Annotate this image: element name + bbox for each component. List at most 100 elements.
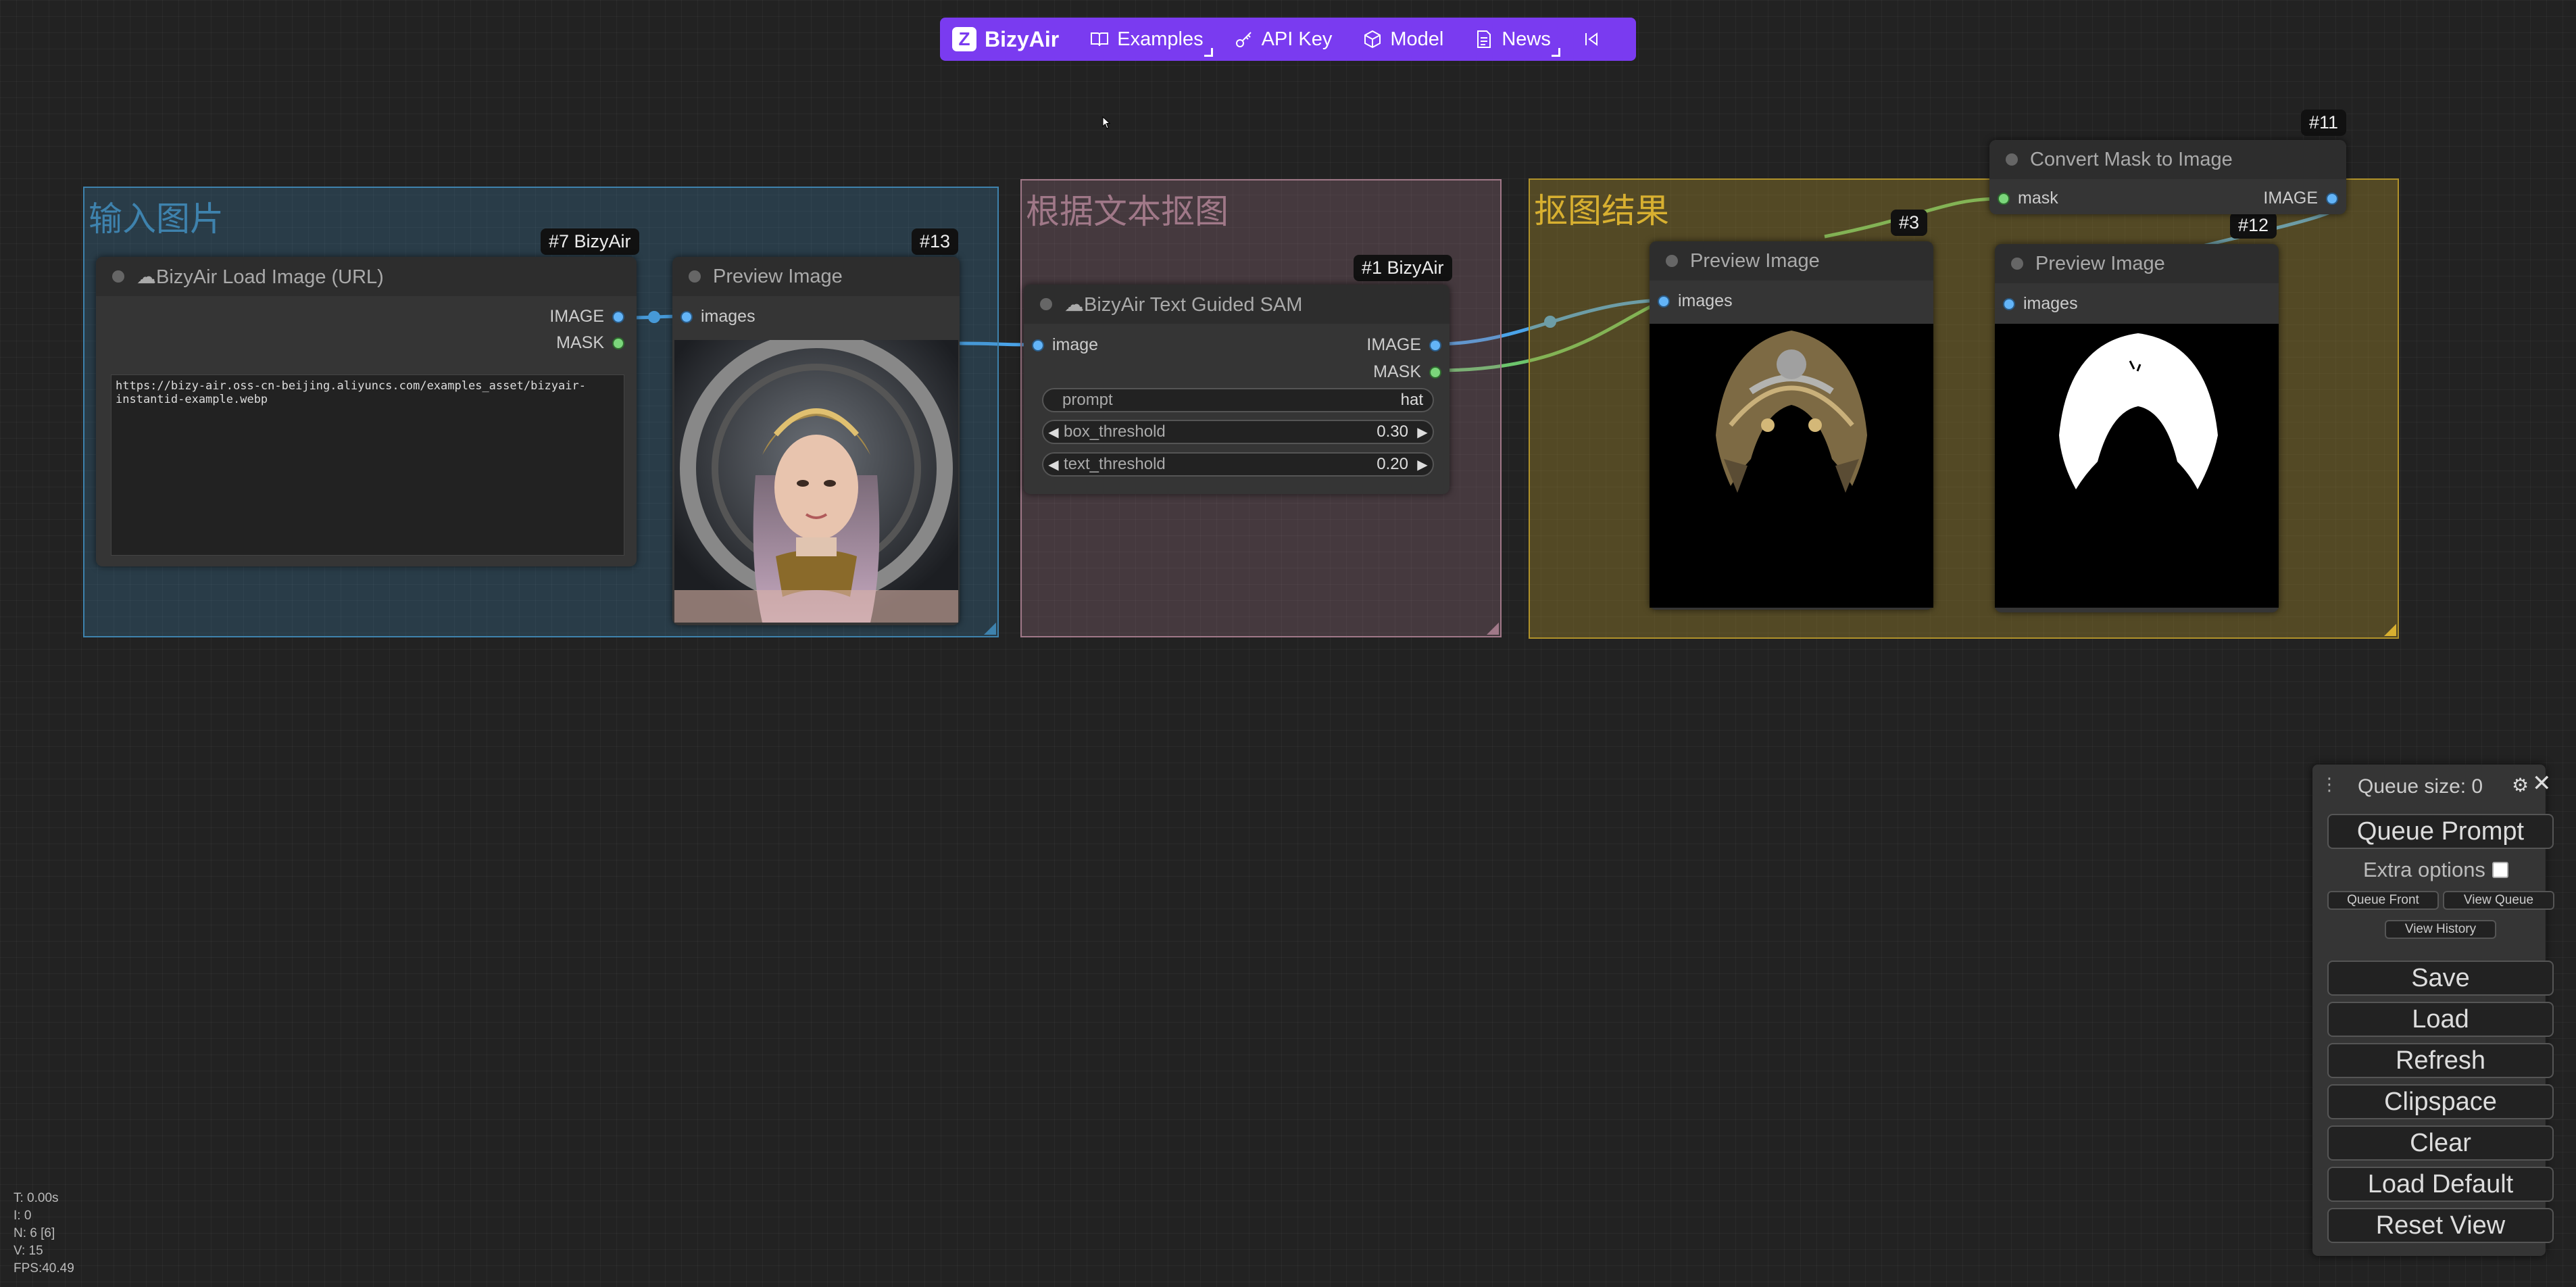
extra-options-checkbox[interactable]: [2492, 862, 2508, 878]
node-preview-image-13[interactable]: Preview Image images: [672, 257, 960, 625]
examples-label: Examples: [1117, 28, 1204, 50]
group-resize-handle[interactable]: [2384, 624, 2396, 636]
increment-arrow-icon[interactable]: ▶: [1412, 456, 1433, 473]
close-icon[interactable]: ✕: [2532, 770, 2552, 797]
node-title-bar[interactable]: Preview Image: [672, 257, 960, 296]
output-slot-image[interactable]: IMAGE: [2263, 189, 2337, 208]
book-icon: [1090, 30, 1109, 49]
input-slot-images[interactable]: images: [1659, 291, 1733, 311]
node-title: ☁BizyAir Text Guided SAM: [1064, 293, 1303, 316]
clipspace-button[interactable]: Clipspace: [2327, 1084, 2554, 1119]
api-key-button[interactable]: API Key: [1221, 18, 1346, 61]
decrement-arrow-icon[interactable]: ◀: [1043, 456, 1064, 473]
stat-iterations: I: 0: [14, 1209, 32, 1223]
node-title: Preview Image: [2035, 252, 2165, 274]
input-slot-image[interactable]: image: [1033, 335, 1098, 355]
key-icon: [1235, 30, 1254, 49]
save-button[interactable]: Save: [2327, 961, 2554, 996]
text-threshold-widget[interactable]: ◀ text_threshold 0.20 ▶: [1042, 452, 1434, 477]
news-label: News: [1502, 28, 1551, 50]
group-title[interactable]: 根据文本抠图: [1026, 185, 1229, 233]
bizyair-logo-icon: Z: [952, 27, 976, 51]
preview-image: [1650, 324, 1933, 608]
group-title[interactable]: 输入图片: [89, 192, 224, 241]
node-title-bar[interactable]: ☁BizyAir Text Guided SAM: [1024, 285, 1450, 324]
model-label: Model: [1390, 28, 1444, 50]
reset-view-button[interactable]: Reset View: [2327, 1208, 2554, 1243]
queue-prompt-button[interactable]: Queue Prompt: [2327, 814, 2554, 849]
clear-button[interactable]: Clear: [2327, 1125, 2554, 1161]
model-button[interactable]: Model: [1349, 18, 1457, 61]
node-preview-image-12[interactable]: Preview Image images: [1995, 244, 2279, 612]
collapse-dot[interactable]: [1666, 255, 1678, 267]
refresh-button[interactable]: Refresh: [2327, 1043, 2554, 1078]
node-title-bar[interactable]: Preview Image: [1650, 241, 1933, 281]
node-id-badge: #13: [912, 228, 959, 255]
extra-options-row: Extra options: [2363, 858, 2508, 882]
api-key-label: API Key: [1261, 28, 1333, 50]
document-icon: [1475, 30, 1493, 49]
settings-gear-icon[interactable]: ⚙: [2512, 774, 2529, 796]
collapse-left-icon: [1582, 30, 1601, 49]
bizyair-toolbar: Z BizyAir Examples API Key Model News: [940, 18, 1636, 61]
output-slot-image[interactable]: IMAGE: [1366, 335, 1440, 355]
view-history-button[interactable]: View History: [2385, 920, 2496, 939]
node-title: Preview Image: [1690, 249, 1820, 272]
drag-handle-icon[interactable]: ⋮: [2321, 774, 2338, 795]
node-title-bar[interactable]: Convert Mask to Image: [1989, 140, 2346, 179]
load-default-button[interactable]: Load Default: [2327, 1167, 2554, 1202]
preview-image: [674, 340, 958, 623]
node-convert-mask-to-image[interactable]: Convert Mask to Image mask IMAGE: [1989, 140, 2346, 214]
input-slot-images[interactable]: images: [682, 307, 756, 326]
decrement-arrow-icon[interactable]: ◀: [1043, 424, 1064, 441]
stat-nodes: N: 6 [6]: [14, 1226, 55, 1240]
group-resize-handle[interactable]: [984, 623, 996, 635]
node-id-badge: #12: [2230, 212, 2277, 239]
collapse-dot[interactable]: [1040, 298, 1052, 310]
cloud-icon: ☁: [137, 266, 156, 288]
collapse-dot[interactable]: [2011, 258, 2023, 270]
node-title: ☁BizyAir Load Image (URL): [137, 266, 384, 288]
input-slot-images[interactable]: images: [2004, 294, 2078, 314]
mouse-cursor-icon: [1102, 116, 1111, 129]
extra-options-label: Extra options: [2363, 858, 2485, 881]
output-slot-mask[interactable]: MASK: [1373, 362, 1440, 382]
collapse-dot[interactable]: [689, 270, 701, 283]
node-text-guided-sam[interactable]: ☁BizyAir Text Guided SAM image IMAGE MAS…: [1024, 285, 1450, 494]
input-slot-mask[interactable]: mask: [1999, 189, 2058, 208]
node-title-bar[interactable]: ☁BizyAir Load Image (URL): [96, 257, 637, 296]
stat-visible: V: 15: [14, 1244, 43, 1258]
node-title-bar[interactable]: Preview Image: [1995, 244, 2279, 283]
url-textarea[interactable]: [111, 374, 624, 556]
box-threshold-widget[interactable]: ◀ box_threshold 0.30 ▶: [1042, 420, 1434, 444]
node-id-badge: #1 BizyAir: [1354, 255, 1452, 281]
node-preview-image-3[interactable]: Preview Image images: [1650, 241, 1933, 610]
canvas-stats: T: 0.00s I: 0 N: 6 [6] V: 15 FPS:40.49: [14, 1190, 74, 1278]
load-button[interactable]: Load: [2327, 1002, 2554, 1037]
group-resize-handle[interactable]: [1487, 623, 1499, 635]
bizyair-brand[interactable]: Z BizyAir: [949, 18, 1072, 61]
node-id-badge: #7 BizyAir: [541, 228, 639, 255]
queue-size-label: Queue size: 0: [2358, 775, 2483, 798]
group-title[interactable]: 抠图结果: [1534, 184, 1669, 233]
queue-front-button[interactable]: Queue Front: [2327, 891, 2439, 910]
node-load-image-url[interactable]: ☁BizyAir Load Image (URL) IMAGE MASK: [96, 257, 637, 566]
output-slot-mask[interactable]: MASK: [556, 333, 623, 353]
cloud-icon: ☁: [1064, 293, 1084, 316]
brand-label: BizyAir: [985, 26, 1060, 51]
stat-time: T: 0.00s: [14, 1191, 59, 1205]
collapse-dot[interactable]: [2006, 153, 2018, 166]
news-menu[interactable]: News: [1461, 18, 1564, 61]
preview-image: [1995, 324, 2279, 608]
view-queue-button[interactable]: View Queue: [2443, 891, 2554, 910]
node-id-badge: #3: [1891, 210, 1928, 236]
collapse-toolbar-button[interactable]: [1568, 18, 1614, 61]
increment-arrow-icon[interactable]: ▶: [1412, 424, 1433, 441]
examples-menu[interactable]: Examples: [1076, 18, 1216, 61]
collapse-dot[interactable]: [112, 270, 124, 283]
queue-panel: ⋮ Queue size: 0 ⚙ ✕ Queue Prompt Extra o…: [2312, 764, 2554, 1256]
prompt-text-widget[interactable]: prompt hat: [1042, 388, 1434, 412]
output-slot-image[interactable]: IMAGE: [549, 307, 623, 326]
cube-icon: [1363, 30, 1382, 49]
node-title: Preview Image: [713, 265, 843, 287]
